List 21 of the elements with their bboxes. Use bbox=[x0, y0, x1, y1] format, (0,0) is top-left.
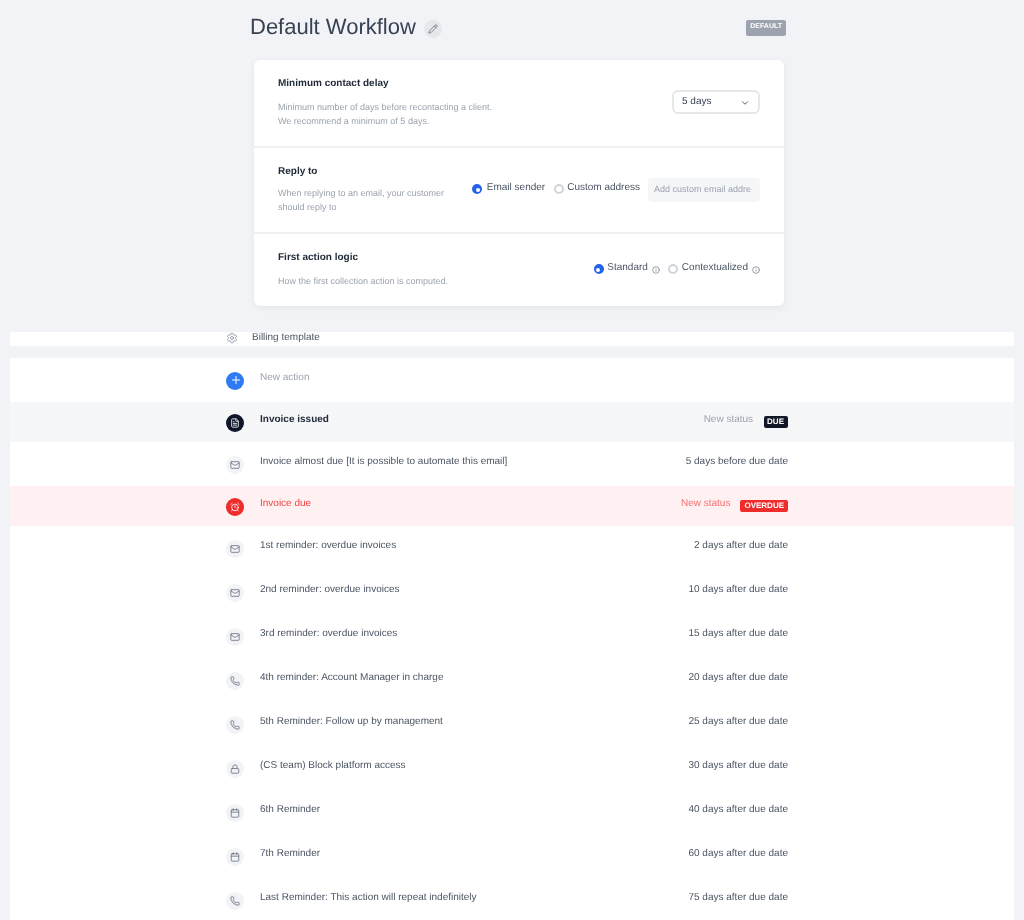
envelope-icon bbox=[226, 455, 244, 473]
radio-button[interactable] bbox=[472, 184, 483, 195]
document-icon bbox=[226, 413, 244, 431]
chevron-down-icon bbox=[740, 97, 750, 108]
lock-icon bbox=[226, 759, 244, 777]
envelope-icon bbox=[226, 539, 244, 557]
alarm-clock-icon bbox=[226, 497, 244, 515]
envelope-icon bbox=[226, 627, 244, 645]
phone-icon bbox=[226, 715, 244, 733]
settings-icon bbox=[226, 332, 238, 345]
edit-button[interactable] bbox=[423, 19, 442, 37]
radio-button[interactable] bbox=[593, 264, 604, 275]
envelope-icon bbox=[226, 583, 244, 601]
info-icon bbox=[651, 265, 660, 274]
page-title: Default Workflow bbox=[250, 13, 416, 44]
calendar-icon bbox=[226, 847, 244, 865]
info-icon bbox=[752, 265, 760, 274]
phone-icon bbox=[226, 671, 244, 689]
plus-icon bbox=[226, 371, 244, 389]
phone-icon bbox=[226, 891, 244, 909]
calendar-icon bbox=[226, 803, 244, 821]
